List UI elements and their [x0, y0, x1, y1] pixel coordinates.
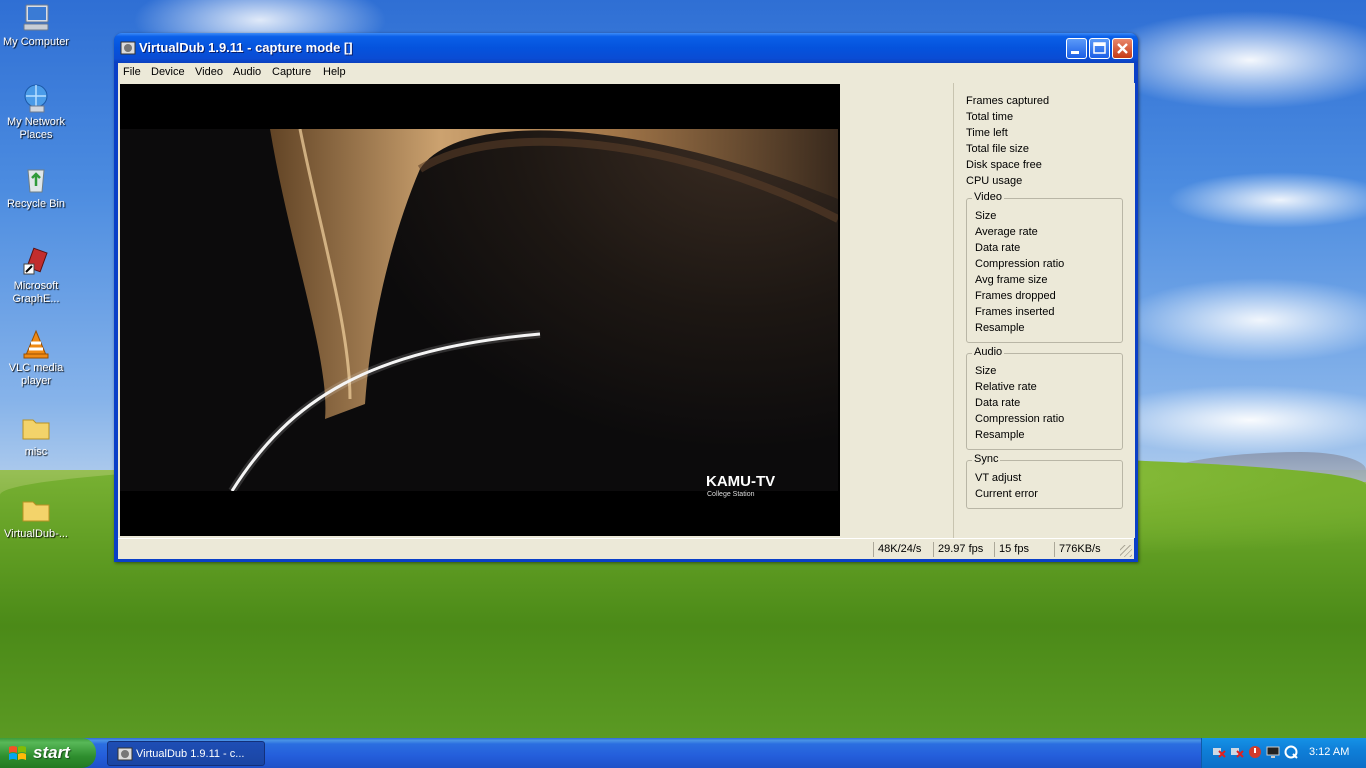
- audio-size: Size: [975, 365, 997, 377]
- folder-icon: [22, 419, 50, 440]
- virtualdub-window: VirtualDub 1.9.11 - capture mode [] File…: [114, 33, 1138, 562]
- video-group-title: Video: [972, 191, 1004, 203]
- status-actual-fps: 15 fps: [994, 542, 1053, 557]
- audio-data-rate: Data rate: [975, 397, 1021, 409]
- capture-preview: KAMU-TV College Station: [120, 84, 840, 536]
- video-resample: Resample: [975, 322, 1025, 334]
- folder-icon: [22, 501, 50, 522]
- desktop-icon-my-network-places[interactable]: My Network Places: [0, 82, 74, 142]
- video-size: Size: [975, 210, 997, 222]
- vlc-cone-icon: [23, 329, 49, 359]
- menu-capture[interactable]: Capture: [269, 66, 314, 78]
- desktop-icon-virtualdub-folder[interactable]: VirtualDub-...: [0, 494, 74, 541]
- maximize-icon: [1093, 42, 1106, 54]
- system-tray: 3:12 AM: [1201, 738, 1366, 768]
- desktop-icon-vlc[interactable]: VLC media player: [0, 328, 74, 388]
- desktop-icon-label: Microsoft GraphE...: [12, 280, 60, 305]
- capture-stats-panel: Frames captured Total time Time left Tot…: [953, 83, 1135, 538]
- status-bar: 48K/24/s 29.97 fps 15 fps 776KB/s: [118, 538, 1134, 559]
- my-computer-icon: [23, 4, 49, 31]
- menu-device[interactable]: Device: [148, 66, 188, 78]
- title-bar[interactable]: VirtualDub 1.9.11 - capture mode []: [114, 33, 1138, 63]
- audio-relative-rate: Relative rate: [975, 381, 1037, 393]
- preview-margin: [840, 84, 953, 536]
- video-data-rate: Data rate: [975, 242, 1021, 254]
- channel-watermark: KAMU-TV: [706, 473, 776, 490]
- window-client-area: File Device Video Audio Capture Help KAM…: [118, 63, 1135, 559]
- video-frames-inserted: Frames inserted: [975, 306, 1055, 318]
- start-button[interactable]: start: [0, 738, 96, 768]
- menu-video[interactable]: Video: [192, 66, 226, 78]
- audio-resample: Resample: [975, 429, 1025, 441]
- stat-cpu-usage: CPU usage: [966, 175, 1023, 187]
- desktop-icon-graphedit[interactable]: Microsoft GraphE...: [0, 246, 74, 306]
- taskbar-button-label: VirtualDub 1.9.11 - c...: [136, 748, 245, 760]
- desktop-icon-misc[interactable]: misc: [0, 412, 74, 459]
- sync-group-title: Sync: [972, 453, 1001, 465]
- menu-bar: File Device Video Audio Capture Help: [118, 63, 1134, 83]
- window-title: VirtualDub 1.9.11 - capture mode []: [139, 40, 353, 55]
- minimize-icon: [1071, 51, 1079, 54]
- stat-disk-space-free: Disk space free: [966, 159, 1042, 171]
- menu-audio[interactable]: Audio: [230, 66, 264, 78]
- start-label: start: [33, 743, 70, 762]
- windows-flag-icon: [9, 746, 26, 760]
- status-data-rate: 776KB/s: [1054, 542, 1117, 557]
- video-compression-ratio: Compression ratio: [975, 258, 1065, 270]
- desktop-icon-my-computer[interactable]: My Computer: [0, 2, 74, 49]
- video-avg-frame-size: Avg frame size: [975, 274, 1048, 286]
- maximize-button[interactable]: [1089, 38, 1110, 59]
- resize-grip[interactable]: [1120, 545, 1132, 557]
- saturn-rings-image: [228, 129, 838, 491]
- network-places-icon: [24, 84, 48, 113]
- network-disconnected-icon[interactable]: [1230, 745, 1244, 759]
- virtualdub-app-icon[interactable]: [120, 40, 136, 56]
- video-frames-dropped: Frames dropped: [975, 290, 1056, 302]
- desktop-icon-label: My Computer: [2, 36, 70, 48]
- stat-total-file-size: Total file size: [966, 143, 1029, 155]
- stat-total-time: Total time: [966, 111, 1014, 123]
- preview-frame: [120, 129, 838, 491]
- status-audio-format: 48K/24/s: [873, 542, 930, 557]
- close-icon: [1117, 43, 1128, 54]
- menu-file[interactable]: File: [120, 66, 144, 78]
- minimize-button[interactable]: [1066, 38, 1087, 59]
- desktop-icon-label: VLC media player: [8, 362, 64, 387]
- virtualdub-app-icon: [117, 747, 133, 761]
- stat-time-left: Time left: [966, 127, 1008, 139]
- desktop-icon-label: VirtualDub-...: [4, 528, 68, 540]
- video-stats-group: Video Size Average rate Data rate Compre…: [966, 191, 1123, 343]
- video-average-rate: Average rate: [975, 226, 1038, 238]
- menu-help[interactable]: Help: [320, 66, 349, 78]
- sync-vt-adjust: VT adjust: [975, 472, 1022, 484]
- audio-group-title: Audio: [972, 346, 1005, 358]
- graphedit-icon: [23, 247, 48, 275]
- channel-subtitle: College Station: [707, 491, 755, 498]
- status-capture-fps: 29.97 fps: [933, 542, 992, 557]
- taskbar-button-virtualdub[interactable]: VirtualDub 1.9.11 - c...: [107, 741, 265, 766]
- taskbar-clock[interactable]: 3:12 AM: [1309, 746, 1349, 758]
- sync-stats-group: Sync VT adjust Current error: [966, 453, 1123, 509]
- close-button[interactable]: [1112, 38, 1133, 59]
- taskbar: start VirtualDub 1.9.11 - c... 3:12 AM: [0, 738, 1366, 768]
- audio-compression-ratio: Compression ratio: [975, 413, 1065, 425]
- recycle-bin-icon: [27, 169, 45, 193]
- desktop-icon-label: Recycle Bin: [6, 198, 66, 210]
- desktop-icon-label: misc: [24, 446, 48, 458]
- audio-stats-group: Audio Size Relative rate Data rate Compr…: [966, 346, 1123, 450]
- sync-current-error: Current error: [975, 488, 1038, 500]
- desktop-icon-recycle-bin[interactable]: Recycle Bin: [0, 164, 74, 211]
- network-disconnected-icon[interactable]: [1212, 745, 1226, 759]
- desktop-icon-label: My Network Places: [6, 116, 66, 141]
- stat-frames-captured: Frames captured: [966, 95, 1050, 107]
- security-alert-icon[interactable]: [1248, 745, 1262, 759]
- display-icon[interactable]: [1266, 745, 1280, 759]
- update-icon[interactable]: [1284, 745, 1298, 759]
